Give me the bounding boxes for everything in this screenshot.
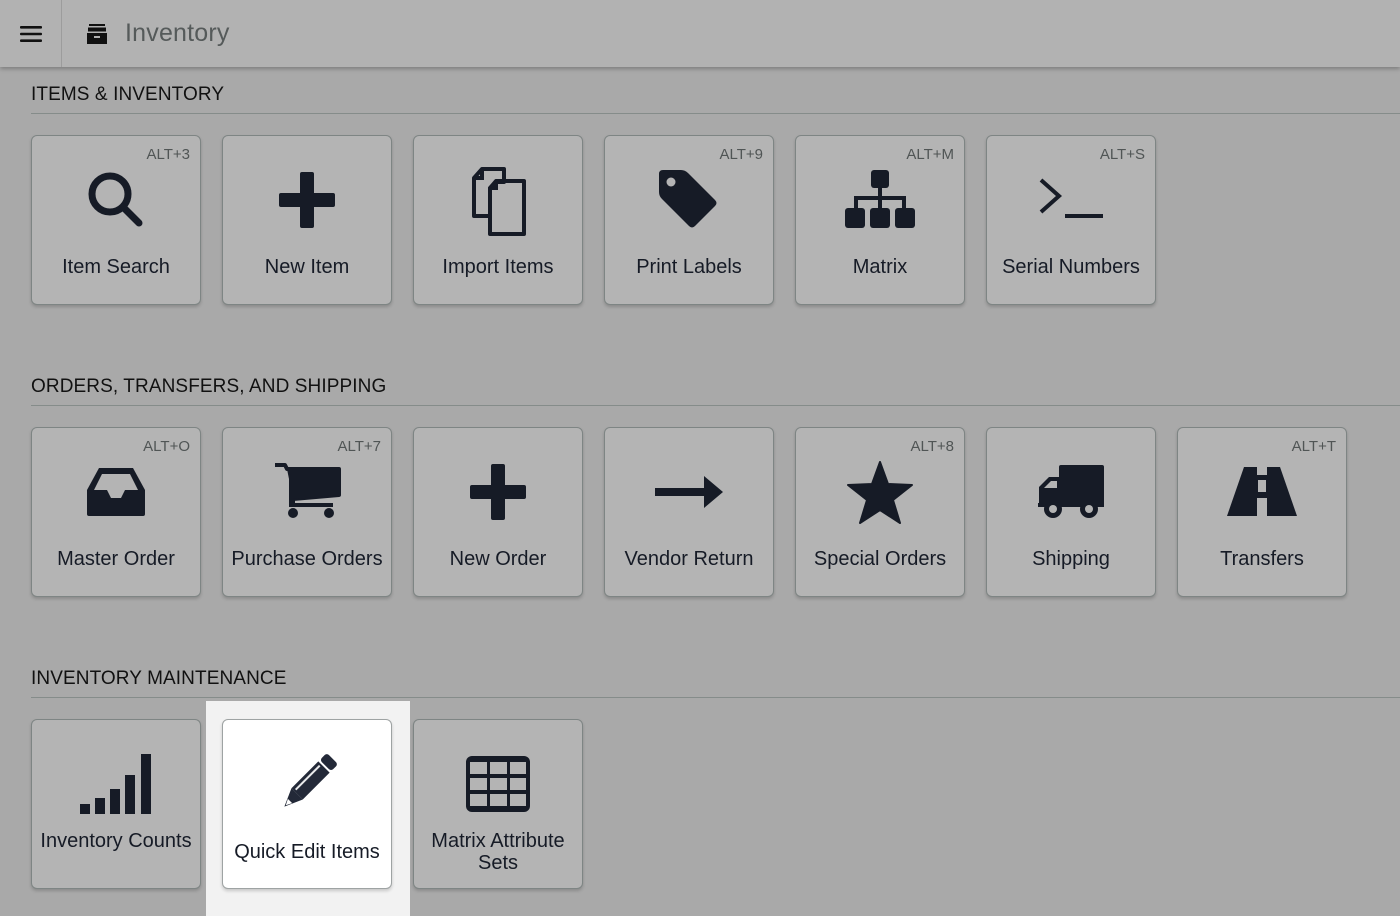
tile-label: Purchase Orders <box>231 548 383 570</box>
tile-label: Item Search <box>62 256 170 278</box>
menu-button[interactable] <box>0 0 62 67</box>
section-title: INVENTORY MAINTENANCE <box>31 668 1400 698</box>
tile-label: Transfers <box>1220 548 1304 570</box>
purchase-orders-tile[interactable]: ALT+7 Purchase Orders <box>222 427 392 597</box>
matrix-tile[interactable]: ALT+M Matrix <box>795 135 965 305</box>
tile-grid: ALT+3 Item Search New Item Import Items … <box>31 135 1400 305</box>
section-items-inventory: ITEMS & INVENTORY ALT+3 Item Search New … <box>31 84 1400 305</box>
table-grid-icon <box>414 748 582 820</box>
search-icon <box>32 164 200 236</box>
terminal-icon <box>987 164 1155 236</box>
truck-icon <box>987 456 1155 528</box>
matrix-attribute-sets-tile[interactable]: Matrix Attribute Sets <box>413 719 583 889</box>
import-items-tile[interactable]: Import Items <box>413 135 583 305</box>
page-title-group: Inventory <box>86 19 230 48</box>
plus-icon <box>414 456 582 528</box>
tile-label: Quick Edit Items <box>234 841 380 863</box>
section-inventory-maintenance: INVENTORY MAINTENANCE Inventory Counts Q… <box>31 668 1400 916</box>
top-bar: Inventory <box>0 0 1400 67</box>
shortcut-label: ALT+S <box>1099 146 1145 163</box>
shortcut-label: ALT+M <box>906 146 954 163</box>
tile-label: Inventory Counts <box>40 830 192 852</box>
tag-icon <box>605 164 773 236</box>
tile-label: Import Items <box>442 256 554 278</box>
section-title: ITEMS & INVENTORY <box>31 84 1400 114</box>
hamburger-menu-icon <box>19 25 42 42</box>
serial-numbers-tile[interactable]: ALT+S Serial Numbers <box>986 135 1156 305</box>
new-order-tile[interactable]: New Order <box>413 427 583 597</box>
special-orders-tile[interactable]: ALT+8 Special Orders <box>795 427 965 597</box>
transfers-tile[interactable]: ALT+T Transfers <box>1177 427 1347 597</box>
tile-grid: Inventory Counts Quick Edit Items Matrix… <box>31 719 1400 889</box>
shipping-tile[interactable]: Shipping <box>986 427 1156 597</box>
plus-icon <box>223 164 391 236</box>
section-orders-transfers-shipping: ORDERS, TRANSFERS, AND SHIPPING ALT+O Ma… <box>31 376 1400 597</box>
vendor-return-tile[interactable]: Vendor Return <box>604 427 774 597</box>
master-order-tile[interactable]: ALT+O Master Order <box>31 427 201 597</box>
road-icon <box>1178 456 1346 528</box>
signal-bars-icon <box>32 748 200 820</box>
arrow-right-icon <box>605 456 773 528</box>
tile-label: New Order <box>449 548 547 570</box>
tile-label: Matrix Attribute Sets <box>431 830 565 874</box>
inbox-icon <box>32 456 200 528</box>
star-icon <box>796 456 964 528</box>
shortcut-label: ALT+O <box>143 438 190 455</box>
tile-label: Shipping <box>1032 548 1110 570</box>
shortcut-label: ALT+3 <box>146 146 191 163</box>
sitemap-icon <box>796 164 964 236</box>
print-labels-tile[interactable]: ALT+9 Print Labels <box>604 135 774 305</box>
inventory-counts-tile[interactable]: Inventory Counts <box>31 719 201 889</box>
section-title: ORDERS, TRANSFERS, AND SHIPPING <box>31 376 1400 406</box>
item-search-tile[interactable]: ALT+3 Item Search <box>31 135 201 305</box>
tile-label: Master Order <box>57 548 175 570</box>
pencil-icon <box>223 748 391 820</box>
copy-files-icon <box>414 164 582 236</box>
page-title: Inventory <box>125 19 230 47</box>
tile-label: Vendor Return <box>624 548 754 570</box>
tile-label: Matrix <box>852 256 908 278</box>
shortcut-label: ALT+T <box>1291 438 1336 455</box>
shortcut-label: ALT+7 <box>337 438 382 455</box>
shortcut-label: ALT+8 <box>910 438 955 455</box>
new-item-tile[interactable]: New Item <box>222 135 392 305</box>
shortcut-label: ALT+9 <box>719 146 764 163</box>
archive-box-icon <box>86 23 108 45</box>
tile-label: Special Orders <box>813 548 947 570</box>
tile-grid: ALT+O Master Order ALT+7 Purchase Orders… <box>31 427 1400 597</box>
tile-label: New Item <box>264 256 350 278</box>
quick-edit-items-tile[interactable]: Quick Edit Items <box>222 719 392 889</box>
tile-label: Print Labels <box>636 256 742 278</box>
tile-label: Serial Numbers <box>1002 256 1140 278</box>
shopping-cart-icon <box>223 456 391 528</box>
